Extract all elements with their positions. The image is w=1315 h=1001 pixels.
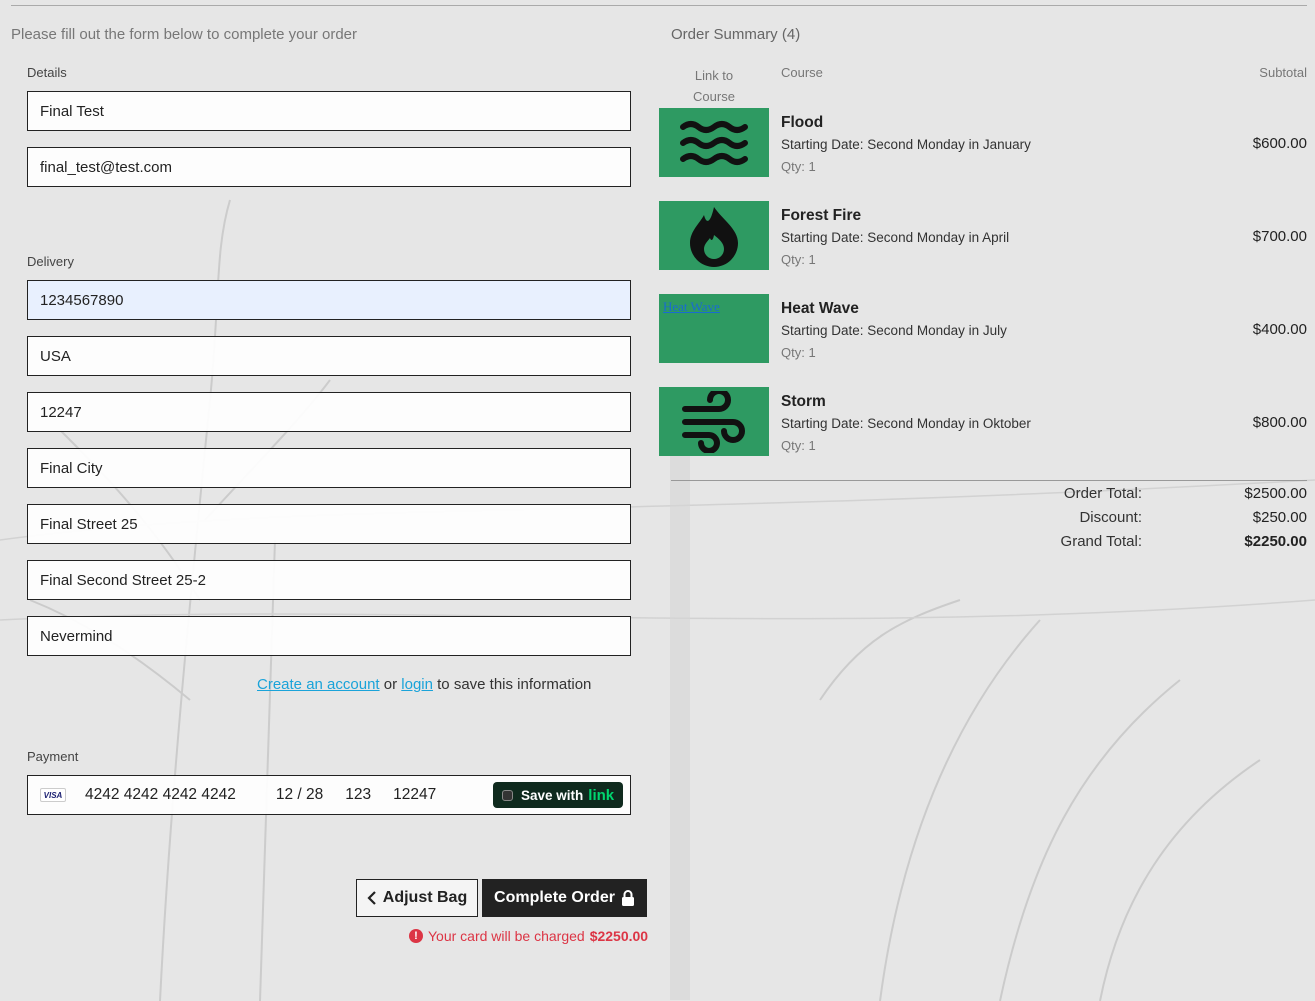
- email-input[interactable]: final_test@test.com: [27, 147, 631, 187]
- col-header-course: Course: [781, 65, 823, 80]
- water-waves-icon: [680, 120, 748, 165]
- save-with-link-button[interactable]: Save with link: [493, 782, 623, 808]
- card-element[interactable]: VISA 4242 4242 4242 4242 12 / 28 123 122…: [27, 775, 631, 815]
- phone-input[interactable]: 1234567890: [27, 280, 631, 320]
- discount-value: $250.00: [1252, 509, 1307, 526]
- create-account-link[interactable]: Create an account: [257, 676, 380, 693]
- adjust-bag-label: Adjust Bag: [382, 889, 468, 906]
- save-info-suffix: to save this information: [437, 676, 592, 693]
- adjust-bag-button[interactable]: Adjust Bag: [356, 879, 478, 917]
- delivery-label: Delivery: [27, 254, 74, 269]
- complete-order-label: Complete Order: [494, 889, 615, 906]
- payment-label: Payment: [27, 749, 79, 764]
- summary-item: Heat Wave Heat Wave Starting Date: Secon…: [659, 294, 1307, 364]
- card-cvc-input[interactable]: 123: [345, 786, 371, 804]
- grand-total-label: Grand Total:: [1060, 533, 1142, 550]
- country-select[interactable]: USA: [27, 336, 631, 376]
- summary-divider: [671, 480, 1307, 481]
- postcode-input[interactable]: 12247: [27, 392, 631, 432]
- grand-total-value: $2250.00: [1244, 533, 1307, 550]
- charge-notice-text: Your card will be charged: [428, 928, 585, 944]
- card-zip-input[interactable]: 12247: [393, 786, 436, 804]
- town-input[interactable]: Final City: [27, 448, 631, 488]
- course-thumbnail-link[interactable]: Heat Wave: [659, 294, 769, 363]
- wind-icon: [682, 390, 745, 453]
- course-subtotal: $800.00: [1252, 414, 1307, 431]
- course-start-date: Starting Date: Second Monday in April: [781, 230, 1010, 245]
- or-text: or: [383, 676, 398, 693]
- col-header-subtotal: Subtotal: [1259, 65, 1307, 80]
- order-total-value: $2500.00: [1244, 485, 1307, 502]
- county-input[interactable]: Nevermind: [27, 616, 631, 656]
- course-subtotal: $600.00: [1252, 135, 1307, 152]
- discount-label: Discount:: [1079, 509, 1142, 526]
- col-header-link: Link to Course: [693, 68, 735, 104]
- summary-item: Flood Starting Date: Second Monday in Ja…: [659, 108, 1307, 178]
- course-name: Forest Fire: [781, 207, 862, 224]
- fire-icon: [690, 206, 738, 267]
- course-start-date: Starting Date: Second Monday in July: [781, 323, 1007, 338]
- charge-amount: $2250.00: [589, 928, 649, 944]
- course-thumbnail-link[interactable]: [659, 108, 769, 177]
- link-checkbox[interactable]: [502, 789, 513, 801]
- form-intro-text: Please fill out the form below to comple…: [11, 26, 358, 43]
- street-address-2-input[interactable]: Final Second Street 25-2: [27, 560, 631, 600]
- link-logo: link: [588, 786, 615, 804]
- login-link[interactable]: login: [401, 676, 433, 693]
- course-subtotal: $400.00: [1252, 321, 1307, 338]
- order-total-label: Order Total:: [1063, 485, 1142, 502]
- save-with-text: Save with: [521, 787, 584, 803]
- summary-item: Forest Fire Starting Date: Second Monday…: [659, 201, 1307, 271]
- course-subtotal: $700.00: [1252, 228, 1307, 245]
- card-expiry-input[interactable]: 12 / 28: [276, 786, 323, 804]
- course-qty: Qty: 1: [781, 252, 816, 267]
- course-name: Storm: [781, 393, 826, 410]
- course-start-date: Starting Date: Second Monday in Oktober: [781, 416, 1031, 431]
- broken-image-icon: Heat Wave: [663, 299, 720, 314]
- save-info-line: Create an account or login to save this …: [257, 676, 591, 693]
- charge-notice: ! Your card will be charged $2250.00: [409, 928, 648, 944]
- exclamation-circle-icon: !: [409, 929, 423, 943]
- complete-order-button[interactable]: Complete Order: [482, 879, 647, 917]
- course-name: Flood: [781, 114, 824, 131]
- course-name: Heat Wave: [781, 300, 859, 317]
- details-label: Details: [27, 65, 67, 80]
- top-divider: [11, 5, 1307, 6]
- summary-item: Storm Starting Date: Second Monday in Ok…: [659, 387, 1307, 457]
- course-start-date: Starting Date: Second Monday in January: [781, 137, 1031, 152]
- course-thumbnail-link[interactable]: [659, 201, 769, 270]
- card-number-input[interactable]: 4242 4242 4242 4242: [85, 786, 236, 804]
- order-summary-title: Order Summary (4): [671, 26, 801, 43]
- street-address-1-input[interactable]: Final Street 25: [27, 504, 631, 544]
- course-thumbnail-link[interactable]: [659, 387, 769, 456]
- lock-icon: [621, 890, 634, 906]
- course-qty: Qty: 1: [781, 438, 816, 453]
- course-qty: Qty: 1: [781, 159, 816, 174]
- course-qty: Qty: 1: [781, 345, 816, 360]
- visa-card-icon: VISA: [40, 788, 66, 802]
- chevron-left-icon: [367, 891, 376, 905]
- full-name-input[interactable]: Final Test: [27, 91, 631, 131]
